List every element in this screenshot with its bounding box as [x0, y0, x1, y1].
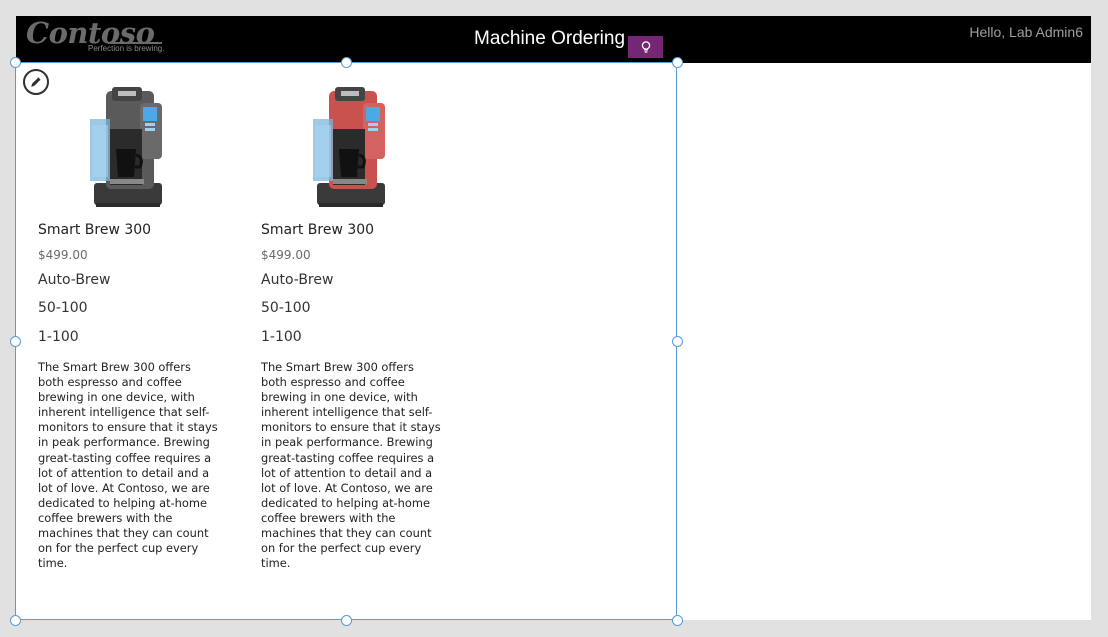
product-price: $499.00	[261, 248, 311, 262]
pencil-icon[interactable]	[23, 69, 49, 95]
coffee-machine-image	[90, 87, 162, 207]
product-spec-range: 50-100	[38, 300, 88, 316]
resize-handle-bottom[interactable]	[341, 615, 352, 626]
product-name: Smart Brew 300	[261, 222, 375, 238]
lightbulb-icon	[641, 40, 650, 53]
product-gallery[interactable]: Smart Brew 300 $499.00 Auto-Brew 50-100 …	[15, 62, 677, 620]
resize-handle-right[interactable]	[672, 336, 683, 347]
resize-handle-bottom-right[interactable]	[672, 615, 683, 626]
ideas-button[interactable]	[628, 36, 663, 58]
user-greeting: Hello, Lab Admin6	[969, 24, 1083, 40]
page-title: Machine Ordering	[474, 28, 626, 49]
product-description: The Smart Brew 300 offers both espresso …	[38, 360, 218, 571]
coffee-machine-image	[313, 87, 385, 207]
resize-handle-top-right[interactable]	[672, 57, 683, 68]
resize-handle-top[interactable]	[341, 57, 352, 68]
product-spec-range: 50-100	[261, 300, 311, 316]
app-header: Contoso Perfection is brewing. Machine O…	[16, 16, 1091, 63]
resize-handle-left[interactable]	[10, 336, 21, 347]
product-name: Smart Brew 300	[38, 222, 152, 238]
logo-tagline: Perfection is brewing.	[88, 44, 165, 53]
resize-handle-bottom-left[interactable]	[10, 615, 21, 626]
resize-handle-top-left[interactable]	[10, 57, 21, 68]
product-spec-range-2: 1-100	[38, 329, 79, 345]
product-brew-type: Auto-Brew	[38, 272, 111, 288]
product-brew-type: Auto-Brew	[261, 272, 334, 288]
product-price: $499.00	[38, 248, 88, 262]
product-spec-range-2: 1-100	[261, 329, 302, 345]
product-description: The Smart Brew 300 offers both espresso …	[261, 360, 441, 571]
